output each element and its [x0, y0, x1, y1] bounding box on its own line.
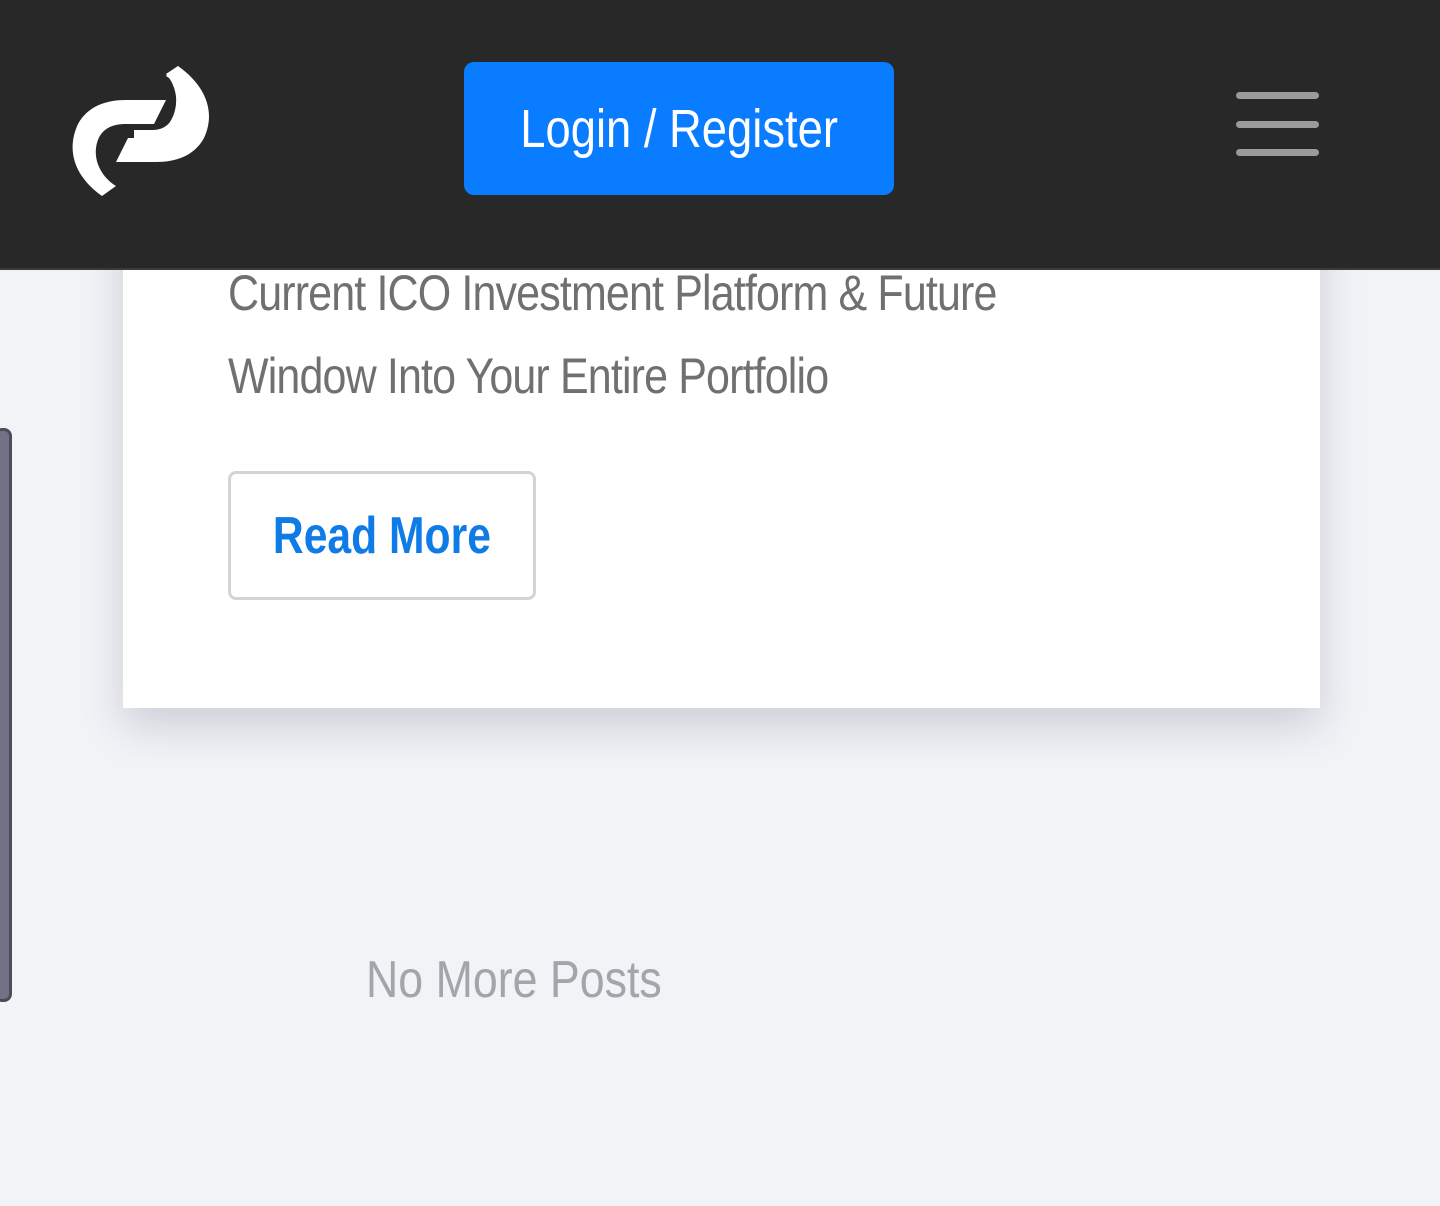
- post-excerpt-line: Window Into Your Entire Portfolio: [228, 348, 829, 404]
- read-more-button[interactable]: Read More: [228, 471, 536, 600]
- login-register-label: Login / Register: [520, 98, 838, 159]
- login-register-button[interactable]: Login / Register: [464, 62, 894, 195]
- page: Current ICO Investment Platform & Future…: [0, 0, 1440, 1206]
- read-more-label: Read More: [273, 506, 491, 565]
- post-excerpt: Current ICO Investment Platform & Future…: [228, 252, 1088, 418]
- post-card: Current ICO Investment Platform & Future…: [123, 200, 1320, 708]
- menu-bar: [1236, 92, 1319, 99]
- logo-icon[interactable]: [66, 50, 216, 212]
- menu-bar: [1236, 121, 1319, 128]
- no-more-posts-text: No More Posts: [366, 951, 662, 1009]
- site-header: Login / Register: [0, 0, 1440, 270]
- scroll-handle[interactable]: [0, 428, 12, 1002]
- post-excerpt-line: Current ICO Investment Platform & Future: [228, 265, 997, 321]
- menu-bar: [1236, 149, 1319, 156]
- hamburger-menu-icon[interactable]: [1230, 88, 1324, 160]
